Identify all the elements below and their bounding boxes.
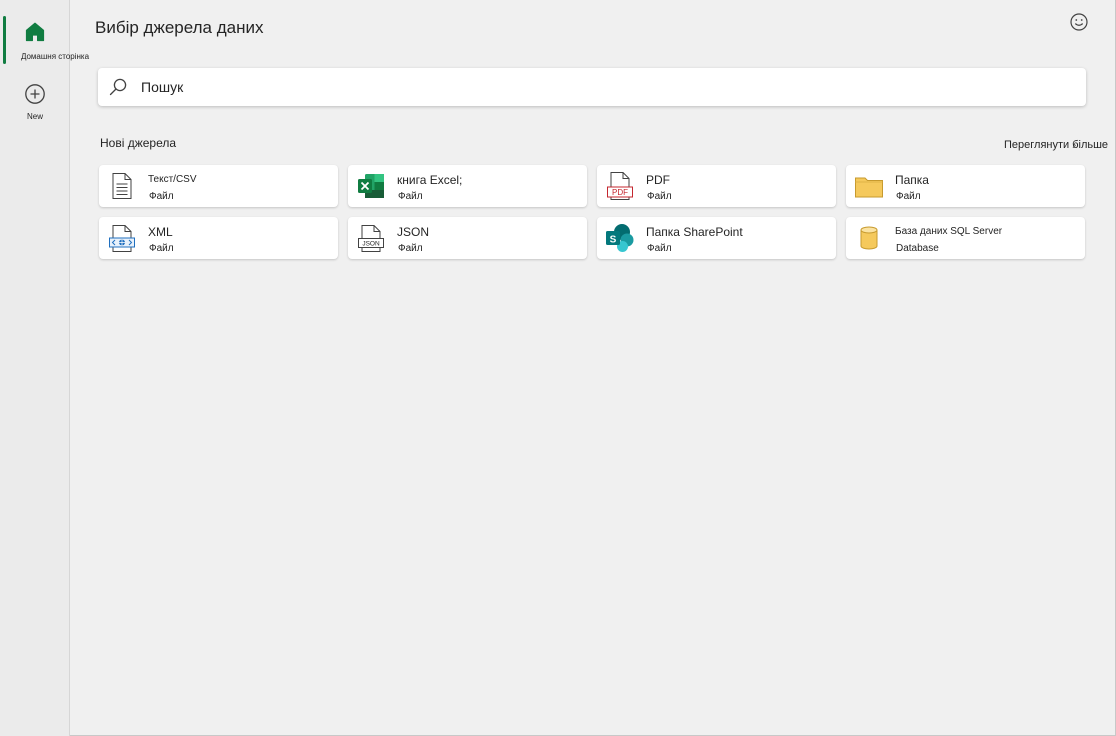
- source-name: База даних SQL Server: [895, 226, 1003, 237]
- source-type: Database: [896, 243, 939, 254]
- source-type: Файл: [647, 243, 672, 254]
- feedback-smiley-icon[interactable]: [1069, 12, 1089, 32]
- source-card-pdf[interactable]: PDF PDF Файл: [597, 165, 836, 207]
- source-type: Файл: [896, 191, 921, 202]
- text-file-icon: [112, 173, 132, 199]
- search-input[interactable]: [141, 79, 1021, 95]
- nav-new[interactable]: New: [0, 76, 70, 132]
- new-sources-heading: Нові джерела: [100, 136, 177, 150]
- svg-text:JSON: JSON: [362, 241, 380, 248]
- source-type: Файл: [398, 191, 423, 202]
- xml-icon: [109, 225, 135, 252]
- add-circle-icon: [25, 84, 45, 104]
- source-card-xml[interactable]: XML Файл: [99, 217, 338, 259]
- source-type: Файл: [647, 191, 672, 202]
- source-card-json[interactable]: JSON JSON Файл: [348, 217, 587, 259]
- svg-text:S: S: [610, 235, 617, 246]
- database-icon: [860, 226, 878, 250]
- window-frame: [0, 0, 1116, 736]
- search-icon: [109, 78, 127, 96]
- source-name: книга Excel;: [397, 173, 463, 187]
- source-name: Текст/CSV: [148, 174, 197, 185]
- source-card-excel[interactable]: книга Excel; Файл: [348, 165, 587, 207]
- source-card-folder[interactable]: Папка Файл: [846, 165, 1085, 207]
- see-more-link[interactable]: Переглянути більше: [1004, 139, 1108, 151]
- nav-home[interactable]: Домашня сторінка: [0, 14, 89, 70]
- nav-home-label: Домашня сторінка: [20, 52, 90, 61]
- page-title: Вибір джерела даних: [95, 18, 264, 37]
- source-name: Папка: [895, 173, 929, 187]
- excel-icon: [358, 174, 384, 198]
- source-card-sql-server[interactable]: База даних SQL Server Database: [846, 217, 1085, 259]
- search-box[interactable]: [98, 68, 1086, 106]
- source-name: Папка SharePoint: [646, 225, 743, 239]
- json-icon: JSON: [358, 225, 384, 252]
- source-name: XML: [148, 225, 173, 239]
- nav-active-indicator: [3, 16, 6, 64]
- source-name: JSON: [397, 225, 430, 239]
- left-nav-rail: Домашня сторінка New: [0, 0, 89, 736]
- source-type: Файл: [149, 243, 174, 254]
- source-name: PDF: [646, 173, 670, 187]
- source-card-sharepoint-folder[interactable]: S Папка SharePoint Файл: [597, 217, 836, 259]
- pdf-icon: PDF: [607, 172, 633, 200]
- source-type: Файл: [398, 243, 423, 254]
- svg-text:PDF: PDF: [612, 188, 628, 197]
- nav-new-label: New: [26, 112, 43, 121]
- home-icon: [25, 22, 45, 42]
- source-type: Файл: [149, 191, 174, 202]
- chevron-right-icon[interactable]: ›: [1072, 137, 1076, 152]
- sharepoint-icon: S: [606, 224, 634, 252]
- source-card-text-csv[interactable]: Текст/CSV Файл: [99, 165, 338, 207]
- folder-icon: [855, 177, 883, 198]
